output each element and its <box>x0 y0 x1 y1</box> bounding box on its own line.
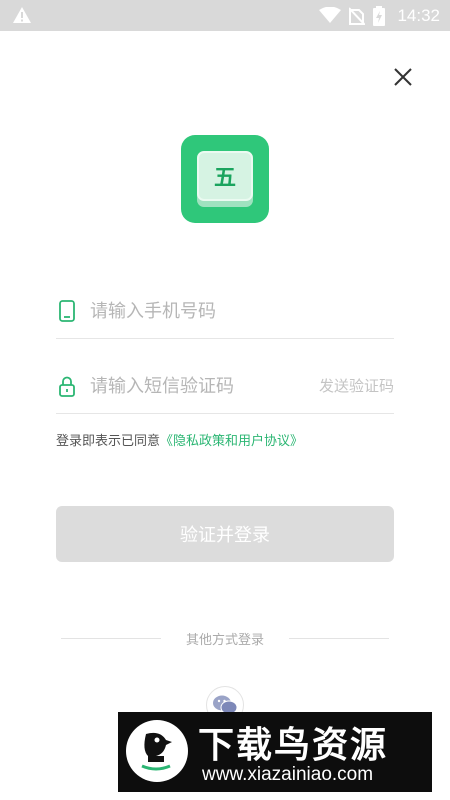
lock-icon <box>59 376 75 397</box>
logo-glyph: 五 <box>213 165 236 191</box>
warning-icon <box>13 7 31 23</box>
close-icon[interactable] <box>390 64 416 90</box>
phone-field <box>56 283 394 339</box>
app-logo: 五 <box>181 135 269 223</box>
code-field: 发送验证码 <box>56 358 394 414</box>
status-icons: 14:32 <box>319 0 440 31</box>
wifi-icon <box>319 7 342 23</box>
verify-login-button[interactable]: 验证并登录 <box>56 506 394 562</box>
watermark-url: www.xiazainiao.com <box>202 764 374 785</box>
watermark-banner: 下载鸟资源 www.xiazainiao.com <box>118 712 432 792</box>
battery-charging-icon <box>373 5 386 26</box>
privacy-policy-link[interactable]: 《隐私政策和用户协议》 <box>160 434 303 449</box>
bird-icon <box>141 732 172 771</box>
agreement-text: 登录即表示已同意《隐私政策和用户协议》 <box>56 430 303 449</box>
divider-line-right <box>289 638 389 639</box>
watermark-bird-logo <box>126 720 188 782</box>
send-code-button[interactable]: 发送验证码 <box>319 358 394 414</box>
keycap-icon: 五 <box>197 151 253 201</box>
code-input[interactable] <box>90 358 310 414</box>
agreement-prefix: 登录即表示已同意 <box>56 434 161 449</box>
no-sim-icon <box>349 6 366 25</box>
status-bar: 14:32 <box>0 0 450 31</box>
phone-divider <box>56 338 394 339</box>
phone-input[interactable] <box>90 283 310 339</box>
watermark-title: 下载鸟资源 <box>198 725 389 766</box>
status-time: 14:32 <box>397 5 440 25</box>
other-login-divider: 其他方式登录 <box>61 628 389 648</box>
code-divider <box>56 413 394 414</box>
phone-icon <box>59 300 75 322</box>
